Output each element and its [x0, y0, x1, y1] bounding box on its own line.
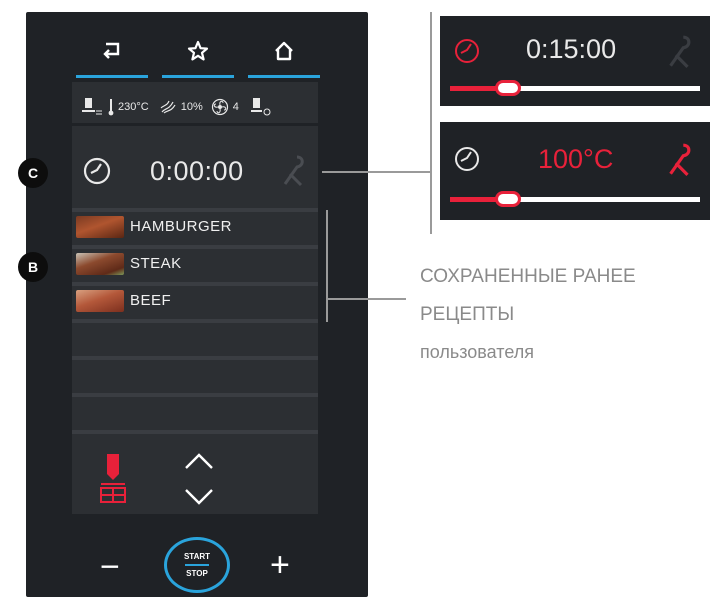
label-b-badge: B [18, 252, 48, 282]
recipe-thumbnail [76, 252, 124, 275]
empty-recipe-slot[interactable] [72, 356, 318, 389]
start-stop-button[interactable]: START STOP [164, 537, 230, 593]
temperature-callout-panel: 100°C [440, 122, 710, 220]
recipe-item-steak[interactable]: STEAK [72, 245, 318, 278]
empty-recipe-slot[interactable] [72, 319, 318, 352]
core-probe-icon [669, 143, 691, 176]
annotation-line-2: РЕЦЕПТЫ [420, 304, 515, 325]
clock-icon [83, 157, 111, 185]
temperature-slider-track[interactable] [450, 191, 700, 207]
thermometer-icon [108, 99, 114, 116]
leader-line [326, 298, 406, 300]
timer-row[interactable]: 0:00:00 [72, 140, 318, 202]
list-bracket [326, 210, 328, 322]
favorites-button[interactable] [162, 38, 234, 78]
fan-speed-value: 4 [232, 101, 239, 113]
scroll-down-icon[interactable] [182, 486, 216, 508]
time-slider-knob[interactable] [495, 80, 521, 96]
recipe-item-hamburger[interactable]: HAMBURGER [72, 208, 318, 241]
scroll-up-icon[interactable] [182, 450, 216, 472]
start-label: START [183, 552, 211, 561]
back-button[interactable] [76, 38, 148, 78]
empty-recipe-slot[interactable] [72, 393, 318, 426]
home-button[interactable] [248, 38, 320, 78]
annotation-line-3: пользователя [420, 342, 534, 362]
cooking-mode-icon [250, 98, 271, 116]
clock-icon [455, 39, 479, 63]
fan-icon [211, 98, 228, 116]
recipe-item-beef[interactable]: BEEF [72, 282, 318, 315]
label-c-badge: C [18, 158, 48, 188]
time-slider-track[interactable] [450, 80, 700, 96]
core-probe-icon [669, 35, 691, 68]
star-icon [187, 40, 209, 61]
back-arrow-icon [103, 42, 120, 59]
temperature-slider-knob[interactable] [495, 191, 521, 207]
recipe-thumbnail [76, 289, 124, 312]
timer-value: 0:00:00 [150, 156, 244, 186]
leader-line [322, 171, 432, 173]
humidity-value: 10% [180, 101, 203, 113]
leader-bracket [430, 12, 432, 234]
temperature-setting-value: 100°C [538, 144, 614, 174]
recipe-label: BEEF [130, 292, 172, 309]
temperature-value: 230°C [118, 101, 149, 113]
plus-button[interactable]: + [270, 546, 290, 585]
probe-mode-icon[interactable] [98, 452, 128, 508]
stop-label: STOP [186, 569, 208, 578]
list-bottom-divider [72, 430, 318, 440]
probe-mode-icon [82, 98, 102, 115]
clock-icon [455, 147, 479, 171]
status-bar: 230°C 10% 4 [72, 92, 318, 126]
recipe-label: STEAK [130, 255, 182, 272]
timer-setting-value: 0:15:00 [526, 34, 617, 64]
minus-button[interactable]: − [100, 548, 120, 587]
humidity-icon [160, 100, 176, 114]
recipe-thumbnail [76, 215, 124, 238]
core-probe-icon [283, 155, 304, 187]
timer-callout-panel: 0:15:00 [440, 16, 710, 106]
home-icon [275, 41, 293, 61]
annotation-line-1: СОХРАНЕННЫЕ РАНЕЕ [420, 266, 636, 287]
recipe-label: HAMBURGER [130, 218, 233, 235]
